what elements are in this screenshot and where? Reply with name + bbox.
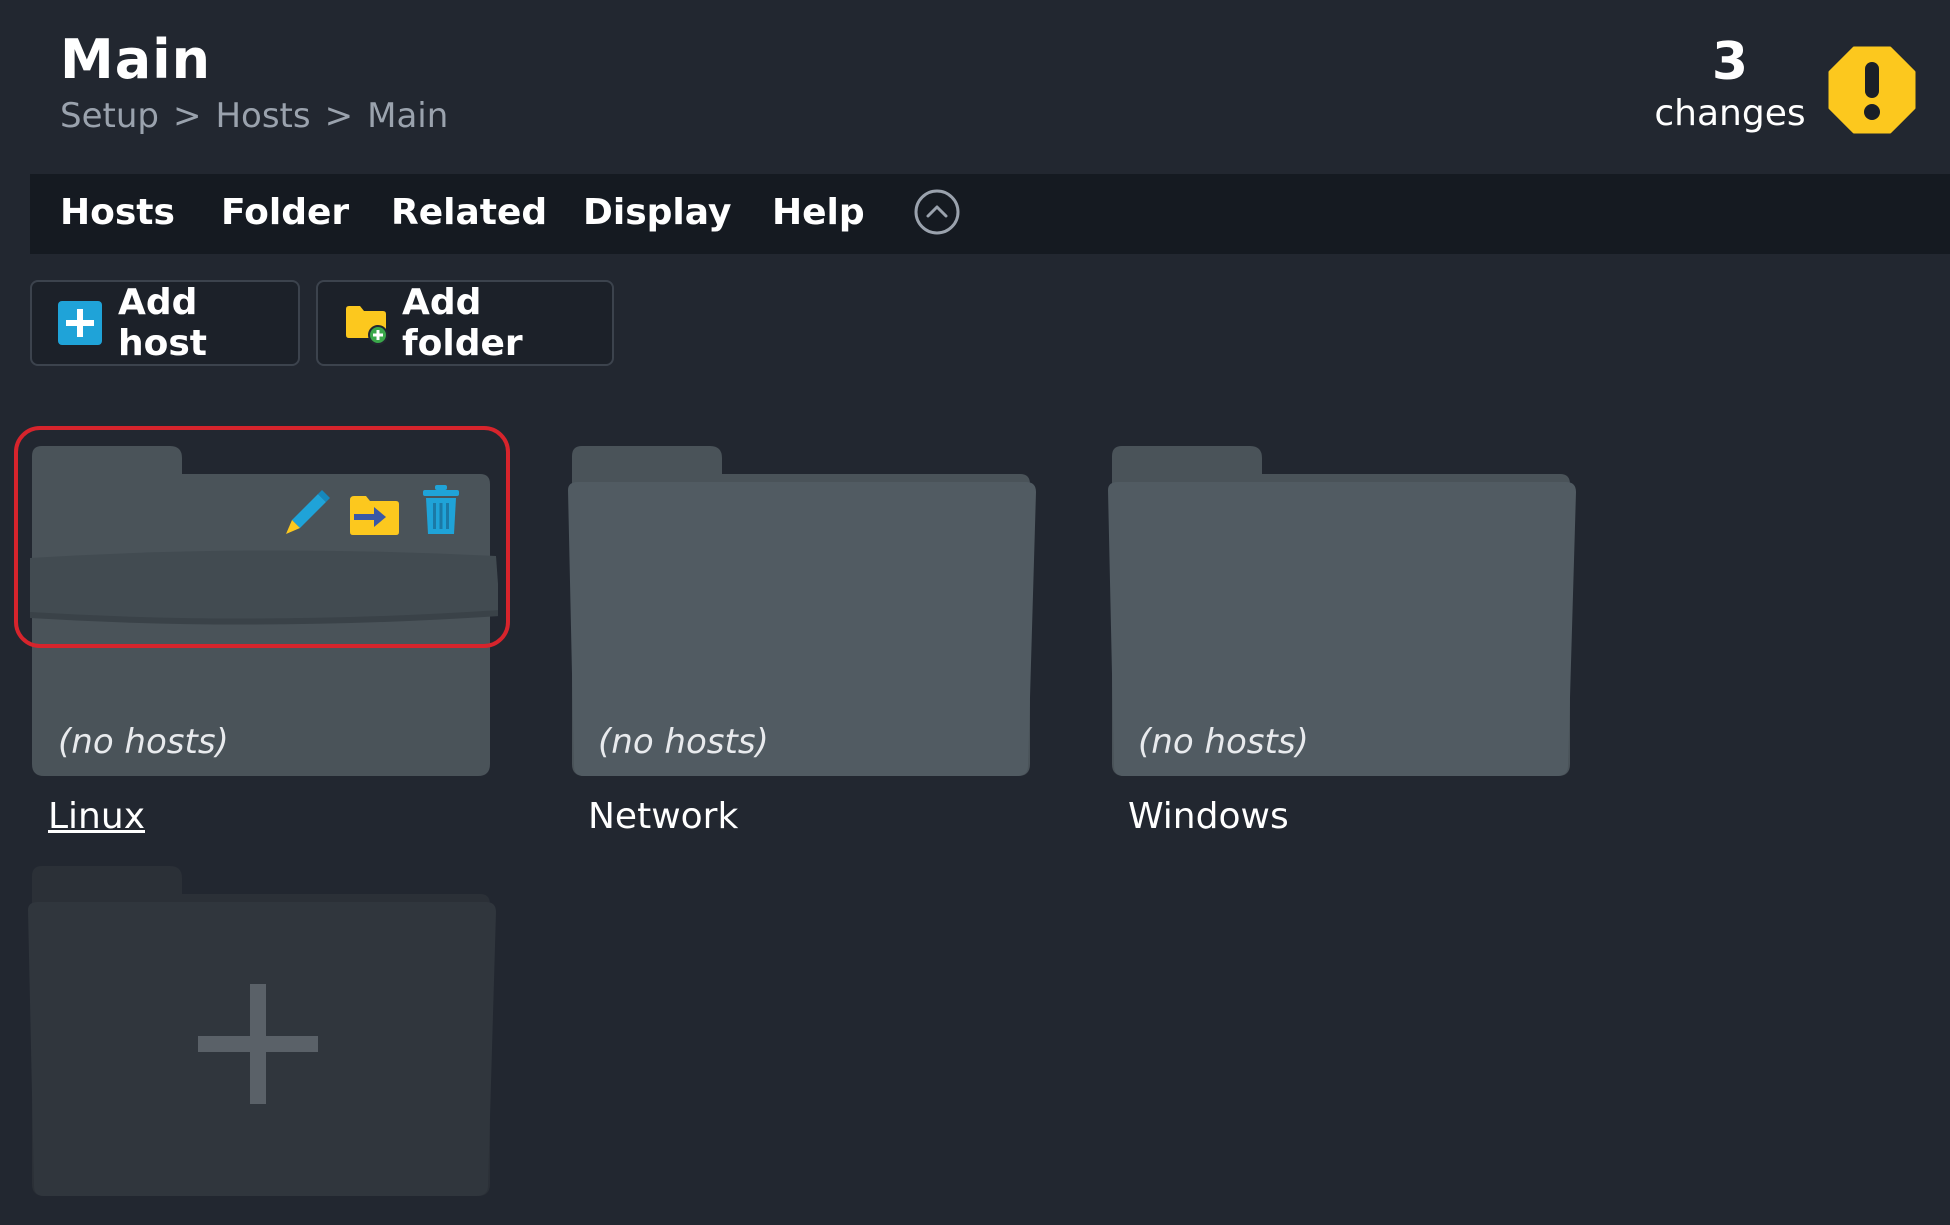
add-folder-button[interactable]: Add folder [316,280,614,366]
menu-related[interactable]: Related [391,192,547,233]
folder-status: (no hosts) [598,722,769,762]
breadcrumb: Setup > Hosts > Main [60,96,448,136]
changes-label: changes [1654,93,1806,134]
chevron-up-circle-icon[interactable] [913,188,961,236]
folder-name-linux[interactable]: Linux [48,796,145,837]
breadcrumb-item-main[interactable]: Main [367,96,448,136]
folder-name-network[interactable]: Network [588,796,738,837]
menu-help[interactable]: Help [772,192,865,233]
add-host-button[interactable]: Add host [30,280,300,366]
add-folder-label: Add folder [402,282,523,364]
folder-add-icon [344,301,388,345]
folder-name-windows[interactable]: Windows [1128,796,1289,837]
main-menu-bar: Hosts Folder Related Display Help [30,174,1950,254]
breadcrumb-item-setup[interactable]: Setup [60,96,159,136]
folder-tile-network[interactable]: (no hosts) [568,444,1038,780]
folder-tile-windows[interactable]: (no hosts) [1108,444,1578,780]
breadcrumb-separator: > [324,96,354,136]
new-folder-tile[interactable] [28,864,498,1200]
menu-display[interactable]: Display [583,192,731,233]
page-title: Main [60,28,212,91]
folder-status: (no hosts) [58,722,229,762]
pending-changes-counter[interactable]: 3 changes [1640,32,1820,136]
plus-square-icon [58,301,102,345]
folder-status: (no hosts) [1138,722,1309,762]
add-host-label: Add host [118,282,207,364]
menu-hosts[interactable]: Hosts [60,192,175,233]
changes-count: 3 [1711,32,1749,92]
breadcrumb-separator: > [172,96,202,136]
menu-folder[interactable]: Folder [221,192,349,233]
exclamation-shield-icon[interactable] [1828,46,1916,134]
breadcrumb-item-hosts[interactable]: Hosts [215,96,310,136]
hover-highlight-frame [14,426,510,648]
